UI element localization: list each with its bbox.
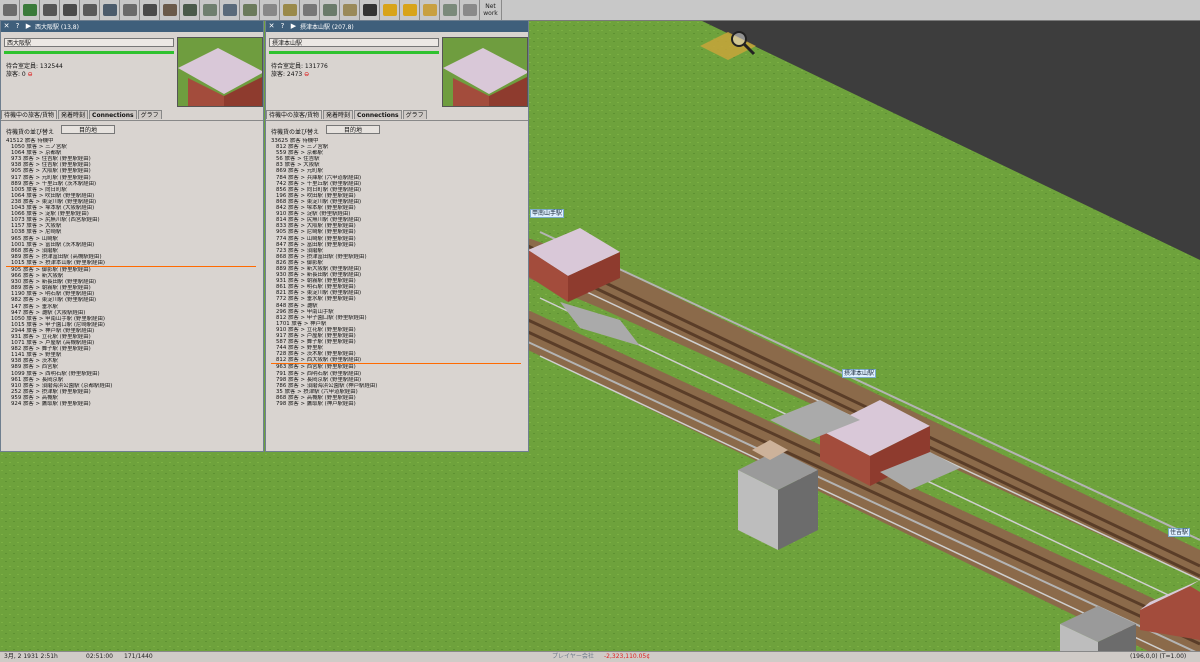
camera-icon[interactable] <box>360 0 380 20</box>
ship-tool-icon[interactable] <box>220 0 240 20</box>
waiting-label: 旅客: 0 ⊖ <box>6 71 33 78</box>
waiting-list: 33625 旅客 待機中 812 旅客 > 三ノ宮駅 559 旅客 > 京都駅 56 … <box>271 138 521 407</box>
station-label-c[interactable]: 住吉駅 <box>1168 528 1191 537</box>
sort-button[interactable]: 目的地 <box>326 125 380 134</box>
grid-icon[interactable] <box>460 0 480 20</box>
station-thumbnail[interactable] <box>442 37 528 107</box>
monorail-tool-icon[interactable] <box>100 0 120 20</box>
magnifier-cursor-icon <box>731 31 756 56</box>
list-item: 812 旅客 > 西大阪駅 (野里駅経由) <box>271 357 521 365</box>
window-titlebar[interactable]: ✕ ? ▶ 摂津本山駅 (207,8) <box>266 21 528 32</box>
road-tool-icon[interactable] <box>80 0 100 20</box>
list-item: 798 旅客 > 鷹取駅 (神戸駅経由) <box>276 401 356 408</box>
sort-label: 待機貨の並び替え <box>271 129 320 136</box>
station-name-input[interactable]: 西大阪駅 <box>4 38 174 47</box>
window-title: 西大阪駅 (13,8) <box>35 24 79 31</box>
rating-bar <box>269 51 439 54</box>
station-thumbnail[interactable] <box>177 37 263 107</box>
tab-strip: 待機中の旅客/貨物 発着時刻 Connections グラフ <box>1 110 163 120</box>
fastforward-icon[interactable] <box>400 0 420 20</box>
sort-label: 待機貨の並び替え <box>6 129 55 136</box>
schedule-icon[interactable] <box>280 0 300 20</box>
window-title: 摂津本山駅 (207,8) <box>300 24 354 31</box>
terraform-tool-icon[interactable] <box>240 0 260 20</box>
status-bar: 3月, 2 1931 2:51h 02:51:00 171/1440 プレイヤー… <box>0 651 1200 662</box>
airport-tool-icon[interactable] <box>140 0 160 20</box>
marker-icon[interactable] <box>440 0 460 20</box>
help-icon[interactable] <box>420 0 440 20</box>
tab-waiting[interactable]: 待機中の旅客/貨物 <box>266 110 323 119</box>
powerline-tool-icon[interactable] <box>200 0 220 20</box>
sort-button[interactable]: 目的地 <box>61 125 115 134</box>
station-label-a[interactable]: 甲南山手駅 <box>530 209 565 218</box>
depot-icon[interactable] <box>260 0 280 20</box>
main-toolbar: Net work <box>0 0 1200 21</box>
help-icon[interactable]: ? <box>13 22 22 31</box>
waiting-label: 旅客: 2473 ⊖ <box>271 71 310 78</box>
window-titlebar[interactable]: ✕ ? ▶ 西大阪駅 (13,8) <box>1 21 263 32</box>
tab-graph[interactable]: グラフ <box>137 110 162 119</box>
chart-icon[interactable] <box>320 0 340 20</box>
list-icon[interactable] <box>300 0 320 20</box>
disk-icon[interactable] <box>0 0 20 20</box>
magnifier-icon[interactable] <box>40 0 60 20</box>
network-button[interactable]: Net work <box>480 0 502 20</box>
station-name-input[interactable]: 摂津本山駅 <box>269 38 439 47</box>
tab-timetable[interactable]: 発着時刻 <box>323 110 354 119</box>
tab-graph[interactable]: グラフ <box>402 110 427 119</box>
tab-strip: 待機中の旅客/貨物 発着時刻 Connections グラフ <box>266 110 428 120</box>
help-icon[interactable]: ? <box>278 22 287 31</box>
tab-waiting[interactable]: 待機中の旅客/貨物 <box>1 110 58 119</box>
rail-tool-icon[interactable] <box>60 0 80 20</box>
station-window-2: ✕ ? ▶ 摂津本山駅 (207,8) 摂津本山駅 待合室定員: 131776 … <box>265 20 529 452</box>
station-window-1: ✕ ? ▶ 西大阪駅 (13,8) 西大阪駅 待合室定員: 132544 旅客:… <box>0 20 264 452</box>
tab-connections[interactable]: Connections <box>354 110 402 119</box>
list-item: 1015 旅客 > 摂津本山駅 (野里駅経由) <box>6 260 256 267</box>
close-icon[interactable]: ✕ <box>2 22 11 31</box>
map-icon[interactable] <box>20 0 40 20</box>
waiting-list: 41512 旅客 待機中 1050 旅客 > 三ノ宮駅 1064 旅客 > 京都駅 9… <box>6 138 256 407</box>
tram-tool-icon[interactable] <box>120 0 140 20</box>
goto-icon[interactable]: ▶ <box>289 22 298 31</box>
pause-icon[interactable] <box>380 0 400 20</box>
goto-icon[interactable]: ▶ <box>24 22 33 31</box>
station-label-b[interactable]: 摂津本山駅 <box>842 369 877 378</box>
finance-icon[interactable] <box>340 0 360 20</box>
maglev-tool-icon[interactable] <box>160 0 180 20</box>
narrowgauge-tool-icon[interactable] <box>180 0 200 20</box>
tab-connections[interactable]: Connections <box>89 110 137 119</box>
close-icon[interactable]: ✕ <box>267 22 276 31</box>
list-item: 924 旅客 > 鷹取駅 (野里駅経由) <box>11 401 91 408</box>
tab-timetable[interactable]: 発着時刻 <box>58 110 89 119</box>
rating-bar <box>4 51 174 54</box>
